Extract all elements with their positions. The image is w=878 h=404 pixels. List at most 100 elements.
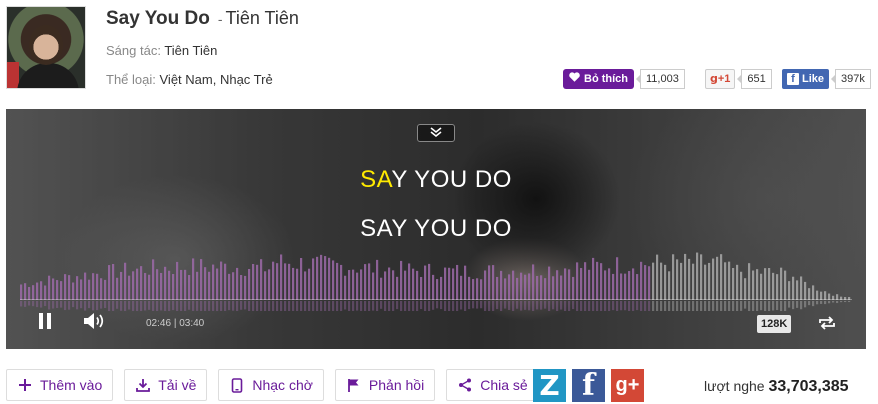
waveform-bar [104,279,107,300]
waveform-bar [580,268,583,300]
feedback-label: Phản hồi [368,377,425,393]
share-button[interactable]: Chia sẻ [446,369,539,401]
waveform-bar [656,254,659,300]
waveform-bar [128,275,131,300]
lyric-sung-part: SA [360,166,392,193]
waveform-bar [520,272,523,300]
waveform-reflection [256,301,259,311]
waveform-reflection [508,301,511,310]
waveform-bar [280,254,283,300]
waveform-bar [688,258,691,300]
download-button[interactable]: Tải về [124,369,208,401]
genre-values[interactable]: Việt Nam, Nhạc Trẻ [160,72,273,87]
waveform-bar [176,261,179,300]
waveform-reflection [536,301,539,310]
waveform-bar [720,254,723,300]
waveform-bar [444,267,447,300]
waveform-reflection [44,301,47,307]
waveform-reflection [528,301,531,311]
waveform-reflection [40,301,43,308]
waveform-bar [724,262,727,300]
waveform-reflection [600,301,603,311]
volume-button[interactable] [82,311,108,331]
waveform-bar [96,273,99,300]
waveform-bar [644,265,647,300]
waveform-bar [364,264,367,300]
waveform-reflection [440,301,443,310]
title-separator: - [217,11,223,27]
waveform-seekbar[interactable] [6,219,866,319]
waveform-reflection [348,301,351,311]
like-count: 11,003 [636,68,685,89]
waveform-bar [152,259,155,300]
waveform-reflection [424,301,427,311]
gplus-share-icon[interactable]: g+ [611,369,644,402]
feedback-button[interactable]: Phản hồi [334,369,436,401]
pause-button[interactable] [36,311,54,331]
waveform-bar [468,276,471,300]
waveform-reflection [420,301,423,310]
waveform-reflection [456,301,459,311]
fb-like-button[interactable]: f Like [782,68,830,89]
waveform-bar [20,284,23,300]
gplus-widget: g +1 651 [705,68,772,89]
waveform-bar [804,281,807,300]
waveform-bar [52,278,55,300]
zing-share-icon[interactable]: Z [533,369,566,402]
waveform-bar [404,270,407,300]
waveform-reflection [252,301,255,311]
artist-name[interactable]: Tiên Tiên [226,8,299,28]
plus-icon [17,377,33,393]
waveform-bar [164,266,167,300]
waveform-reflection [476,301,479,309]
waveform-bar [84,272,87,300]
waveform-reflection [768,301,771,311]
waveform-bar [248,268,251,300]
waveform-reflection [516,301,519,309]
waveform-reflection [652,301,655,311]
waveform-bar [392,270,395,300]
waveform-bar [232,272,235,300]
waveform-bar [604,270,607,300]
waveform-reflection [460,301,463,310]
waveform-bar [564,268,567,300]
heart-icon [569,72,580,85]
gplus-icon: g [710,72,718,85]
waveform-reflection [204,301,207,311]
repeat-button[interactable] [816,314,838,332]
fb-like-label: Like [802,72,825,85]
gplus-button[interactable]: g +1 [705,68,736,89]
waveform-bar [504,278,507,300]
quality-selector[interactable]: 128K [757,315,792,333]
waveform-reflection [496,301,499,310]
composer-name[interactable]: Tiên Tiên [164,43,217,58]
collapse-lyrics-button[interactable] [417,124,455,142]
ringtone-button[interactable]: Nhạc chờ [218,369,324,401]
waveform-reflection [380,301,383,309]
waveform-reflection [312,301,315,311]
waveform-reflection [180,301,183,311]
unlike-button[interactable]: Bỏ thích [563,68,634,89]
waveform-bar [508,274,511,300]
waveform-bar [608,268,611,300]
add-to-playlist-button[interactable]: Thêm vào [6,369,114,401]
waveform-bar [360,269,363,300]
waveform-reflection [588,301,591,311]
waveform-bar [64,274,67,300]
lyric-current-line: SAY YOU DO [6,166,866,194]
waveform-reflection [128,301,131,310]
artist-avatar[interactable] [6,6,86,89]
waveform-bar [160,272,163,300]
facebook-share-icon[interactable]: f [572,368,605,403]
waveform-reflection [396,301,399,310]
progress-track[interactable] [20,299,852,300]
waveform-bar [344,275,347,300]
waveform-reflection [504,301,507,309]
music-player: SAY YOU DO SAY YOU DO 02:46 | 03:40 128K [6,109,866,349]
waveform-bar [192,258,195,300]
waveform-reflection [704,301,707,311]
waveform-bar [752,270,755,300]
waveform-bar [612,273,615,300]
like-widget: Bỏ thích 11,003 [563,68,685,89]
waveform-bar [316,256,319,300]
